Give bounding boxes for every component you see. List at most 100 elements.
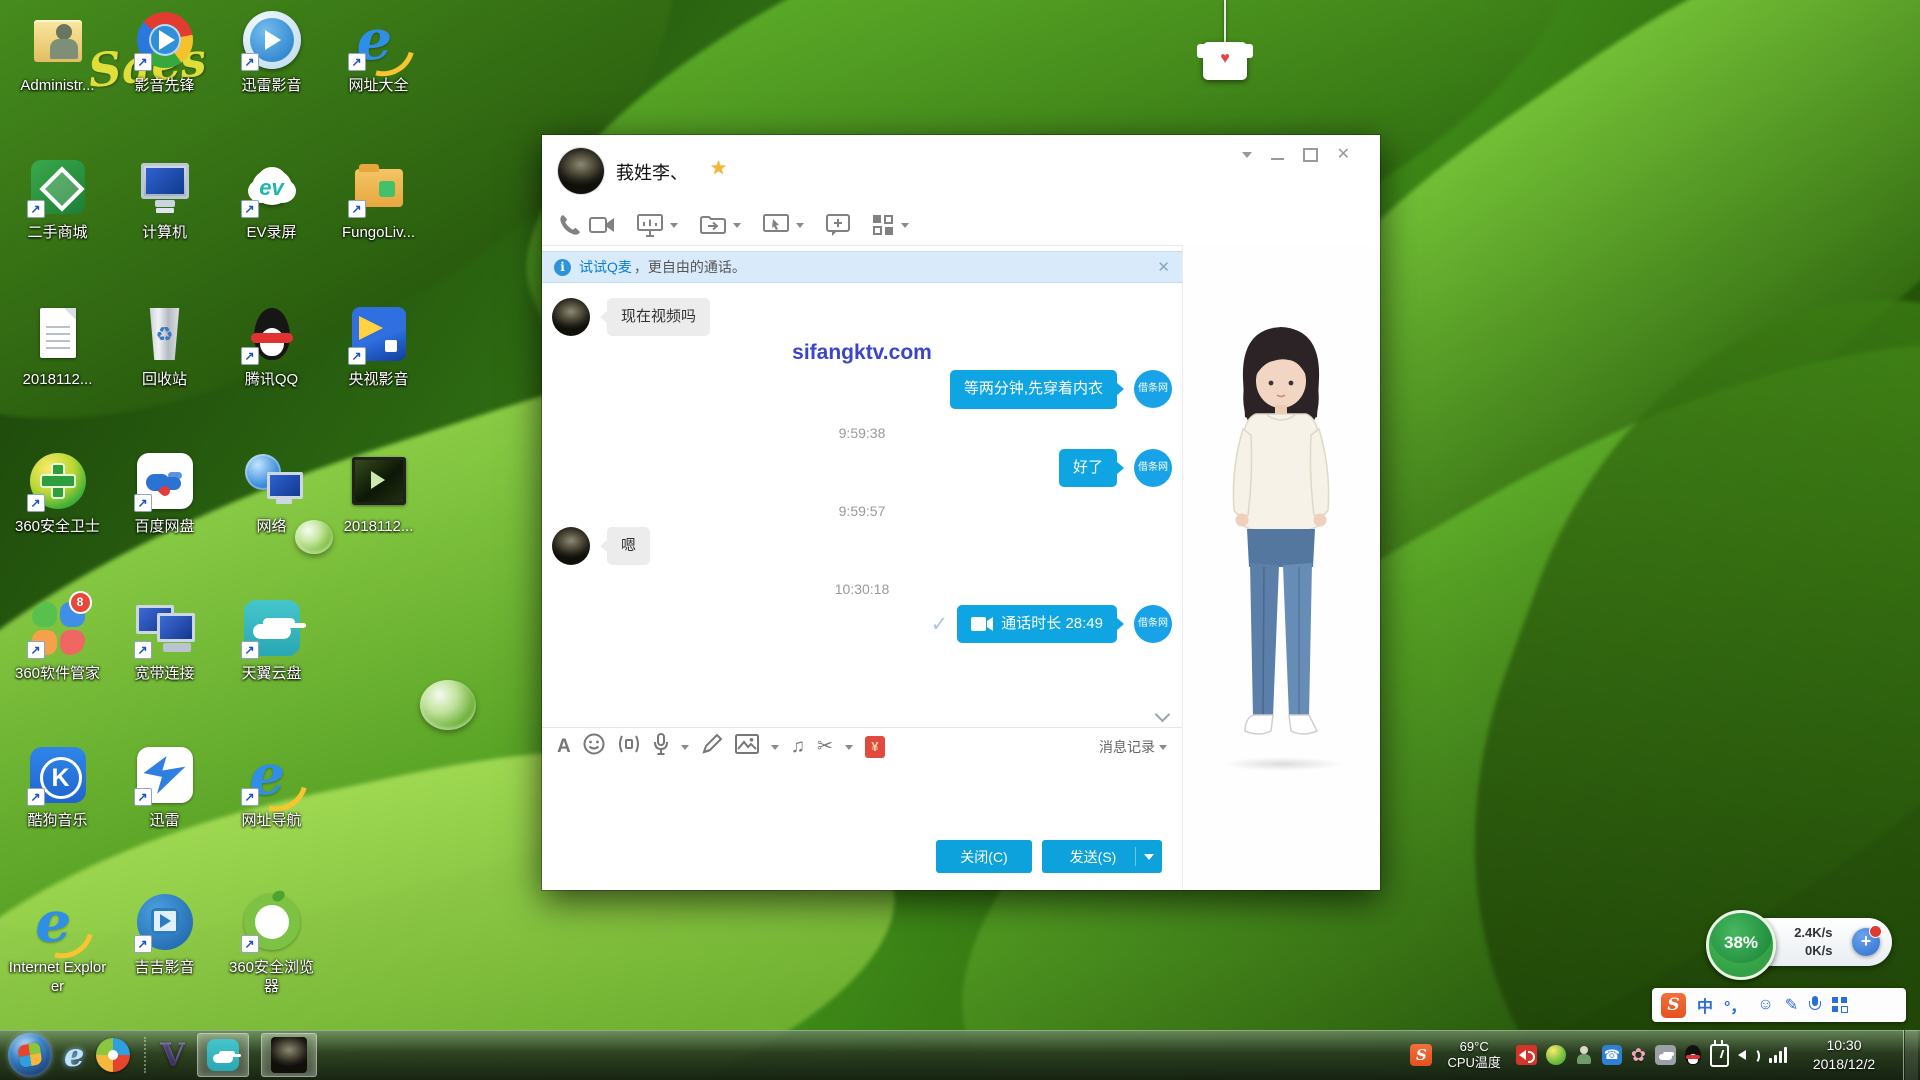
recycle-bin-icon[interactable] <box>133 302 197 366</box>
text-document-icon[interactable] <box>26 302 90 366</box>
desktop-icon[interactable]: FungoLiv... <box>325 155 432 302</box>
voice-call-icon[interactable] <box>558 213 582 237</box>
broadband-icon[interactable] <box>133 596 197 660</box>
xunlei-icon[interactable] <box>133 743 197 807</box>
create-group-icon[interactable] <box>826 214 850 237</box>
punctuation-mode-icon[interactable]: °， <box>1724 993 1746 1017</box>
self-avatar[interactable]: 借条网 <box>1134 449 1172 487</box>
desktop-icon[interactable]: 百度网盘 <box>111 449 218 596</box>
minimize-button[interactable] <box>1271 158 1284 160</box>
desktop-icon[interactable]: 网址大全 <box>325 8 432 155</box>
qqshow-shirt-icon[interactable]: ♥ <box>1203 42 1247 80</box>
video-file-icon[interactable] <box>347 449 411 513</box>
green-mall-icon[interactable] <box>26 155 90 219</box>
xunlei-player-icon[interactable] <box>240 8 304 72</box>
desktop-icon[interactable]: 酷狗音乐 <box>4 743 111 890</box>
emoji-picker-icon[interactable]: ☺ <box>1757 996 1773 1014</box>
360-safeguard-icon[interactable] <box>26 449 90 513</box>
show-desktop-button[interactable] <box>1903 1030 1918 1080</box>
screenshot-scissors-icon[interactable]: ✂ <box>817 736 833 758</box>
red-packet-icon[interactable]: ¥ <box>865 736 885 758</box>
announcement-icon[interactable] <box>1516 1045 1537 1065</box>
apps-grid-icon[interactable] <box>872 214 894 236</box>
voice-caret-icon[interactable] <box>681 745 689 754</box>
start-button[interactable] <box>8 1033 52 1077</box>
remote-desktop-icon[interactable] <box>763 214 789 236</box>
desktop-icon[interactable]: 迅雷 <box>111 743 218 890</box>
taskbar-ie-icon[interactable]: e <box>64 1033 84 1077</box>
self-avatar[interactable]: 借条网 <box>1134 370 1172 408</box>
apps-grid-caret-icon[interactable] <box>901 223 909 232</box>
browser-e-icon[interactable] <box>240 743 304 807</box>
desktop-icon[interactable]: 360安全浏览器 <box>218 890 325 1037</box>
notice-close-icon[interactable]: ✕ <box>1157 258 1170 276</box>
flower-app-tray-icon[interactable]: ✿ <box>1631 1045 1646 1065</box>
font-style-icon[interactable]: A <box>557 736 571 758</box>
music-icon[interactable]: ♫ <box>791 736 805 758</box>
desktop-icon[interactable]: 网络 <box>218 449 325 596</box>
power-plug-icon[interactable] <box>1710 1044 1729 1067</box>
desktop-icon[interactable]: 迅雷影音 <box>218 8 325 155</box>
video-call-icon[interactable] <box>589 214 615 236</box>
message-history-button[interactable]: 消息记录 <box>1099 737 1167 757</box>
send-file-caret-icon[interactable] <box>733 223 741 232</box>
peer-avatar[interactable] <box>552 298 590 336</box>
sogou-tray-icon[interactable]: S <box>1410 1044 1432 1066</box>
desktop-icon[interactable]: 2018112... <box>4 302 111 449</box>
taskbar-clock[interactable]: 10:302018/12/2 <box>1804 1036 1884 1074</box>
accelerate-plus-button[interactable]: + <box>1852 928 1880 956</box>
kugou-music-icon[interactable] <box>26 743 90 807</box>
screenshot-caret-icon[interactable] <box>845 745 853 754</box>
taskbar-v-player-icon[interactable]: V <box>160 1033 185 1077</box>
image-caret-icon[interactable] <box>771 745 779 754</box>
peer-avatar[interactable] <box>552 527 590 565</box>
screen-demo-icon[interactable] <box>637 214 663 237</box>
handwriting-icon[interactable]: ✎ <box>1785 995 1798 1015</box>
link-message[interactable]: sifangktv.com <box>552 341 1172 365</box>
desktop-icon[interactable]: EV录屏 <box>218 155 325 302</box>
cloud-tray-icon[interactable] <box>1655 1045 1676 1065</box>
folder-app-icon[interactable] <box>347 155 411 219</box>
call-record-bubble[interactable]: 通话时长 28:49 <box>957 605 1117 643</box>
baidu-netdisk-icon[interactable] <box>133 449 197 513</box>
phone-app-tray-icon[interactable]: ☎ <box>1602 1045 1622 1065</box>
taskbar-cloud-app-button[interactable] <box>197 1033 249 1077</box>
desktop-icon[interactable]: Internet Explorer <box>4 890 111 1037</box>
contact-tray-icon[interactable] <box>1575 1045 1593 1065</box>
voice-message-icon[interactable] <box>653 733 669 761</box>
self-avatar[interactable]: 借条网 <box>1134 605 1172 643</box>
doodle-pen-icon[interactable] <box>701 733 723 760</box>
desktop-icon[interactable]: 宽带连接 <box>111 596 218 743</box>
desktop-icon[interactable]: 腾讯QQ <box>218 302 325 449</box>
qq-penguin-icon[interactable] <box>240 302 304 366</box>
taskbar-chat-app-button[interactable] <box>261 1033 317 1077</box>
window-menu-caret-icon[interactable] <box>1242 152 1252 163</box>
window-shake-icon[interactable] <box>617 735 641 758</box>
360-browser-icon[interactable] <box>240 890 304 954</box>
qq-show-girl-avatar[interactable] <box>1205 317 1357 769</box>
ie-icon[interactable] <box>26 890 90 954</box>
close-window-button[interactable]: ✕ <box>1337 148 1350 162</box>
close-chat-button[interactable]: 关闭(C) <box>936 840 1032 873</box>
network-icon[interactable] <box>240 449 304 513</box>
desktop-icon[interactable]: 回收站 <box>111 302 218 449</box>
toolbox-icon[interactable] <box>1832 997 1848 1013</box>
chinese-mode-icon[interactable]: 中 <box>1697 993 1713 1017</box>
remote-desktop-caret-icon[interactable] <box>796 223 804 232</box>
qq-tray-icon[interactable] <box>1685 1045 1701 1065</box>
desktop-icon[interactable]: 影音先锋 <box>111 8 218 155</box>
media-player-icon[interactable] <box>133 8 197 72</box>
network-signal-icon[interactable] <box>1769 1047 1787 1063</box>
send-button[interactable]: 发送(S) <box>1042 840 1162 873</box>
sogou-logo-icon[interactable]: S <box>1661 993 1686 1018</box>
cctv-player-icon[interactable] <box>347 302 411 366</box>
image-icon[interactable] <box>735 734 759 759</box>
desktop-icon[interactable]: Administr... <box>4 8 111 155</box>
desktop-icon[interactable]: 8360软件管家 <box>4 596 111 743</box>
memory-usage-ball[interactable]: 38% <box>1706 910 1776 980</box>
desktop-icon[interactable]: 2018112... <box>325 449 432 596</box>
desktop-icon[interactable]: 网址导航 <box>218 743 325 890</box>
scroll-to-bottom-icon[interactable] <box>1156 707 1170 721</box>
voice-input-icon[interactable] <box>1809 996 1821 1014</box>
taskbar-sogou-browser-icon[interactable] <box>96 1038 130 1072</box>
